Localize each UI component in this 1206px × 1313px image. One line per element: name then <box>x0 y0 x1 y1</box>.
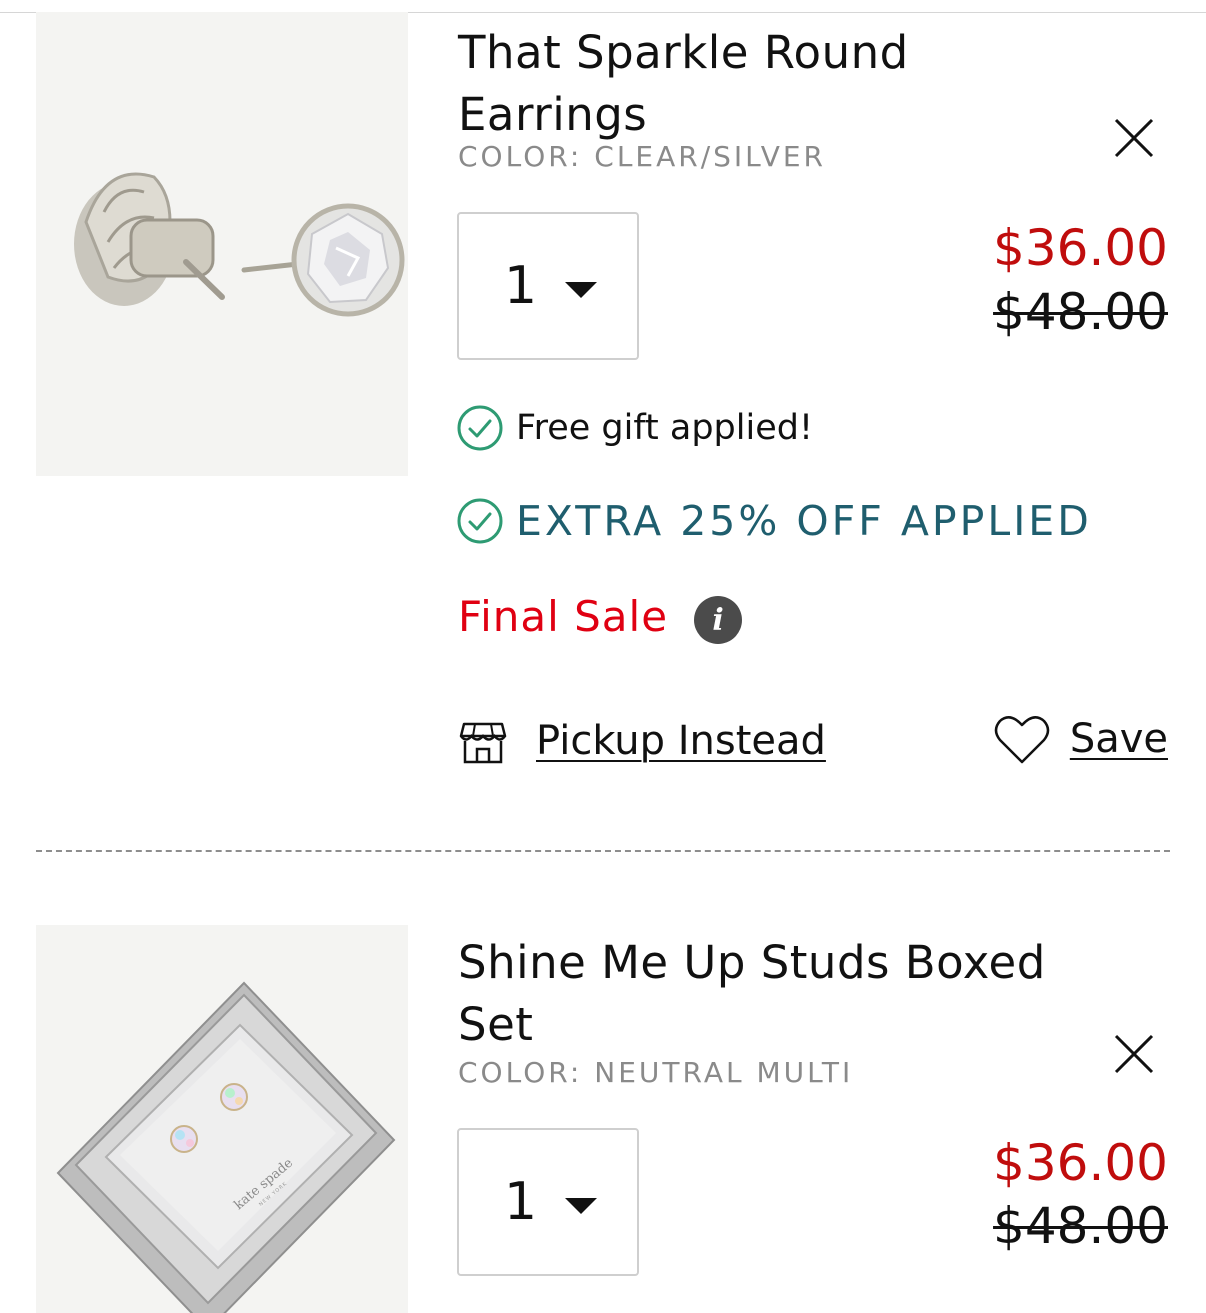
pickup-instead-label: Pickup Instead <box>536 718 826 764</box>
product-title[interactable]: That Sparkle Round Earrings <box>458 22 1058 146</box>
original-price: $48.00 <box>993 283 1168 341</box>
quantity-value: 1 <box>504 256 538 316</box>
heart-icon <box>994 716 1050 764</box>
free-gift-message: Free gift applied! <box>456 404 813 452</box>
stud-shape <box>220 1083 248 1111</box>
item-divider <box>36 850 1170 852</box>
final-sale-label: Final Sale <box>458 591 669 641</box>
free-gift-text: Free gift applied! <box>516 408 814 448</box>
color-label: COLOR: <box>458 140 583 173</box>
info-icon[interactable]: i <box>694 596 743 644</box>
remove-item-button[interactable] <box>1108 112 1160 164</box>
earrings-image <box>36 12 408 476</box>
cart-item: That Sparkle Round Earrings COLOR: CLEAR/… <box>0 0 1206 850</box>
check-circle-icon <box>457 498 503 544</box>
close-icon <box>1114 118 1154 158</box>
close-icon <box>1114 1034 1154 1074</box>
store-icon <box>459 722 507 764</box>
boxed-studs-image: kate spade NEW YORK <box>36 925 408 1313</box>
sale-price: $36.00 <box>993 219 1168 277</box>
check-circle-icon <box>457 405 503 451</box>
color-label: COLOR: <box>458 1056 583 1089</box>
caret-down-icon <box>565 1198 597 1214</box>
quantity-value: 1 <box>504 1172 538 1232</box>
save-for-later-link[interactable]: Save <box>994 712 1168 766</box>
product-image[interactable]: kate spade NEW YORK <box>36 925 408 1313</box>
color-value: CLEAR/SILVER <box>594 140 827 173</box>
cart-item: kate spade NEW YORK Shine Me Up Studs Bo… <box>0 925 1206 1313</box>
product-title[interactable]: Shine Me Up Studs Boxed Set <box>458 932 1058 1056</box>
product-image[interactable] <box>36 12 408 476</box>
product-color: COLOR: CLEAR/SILVER <box>458 140 826 173</box>
pickup-instead-link[interactable]: Pickup Instead <box>458 716 826 766</box>
extra-discount-text: EXTRA 25% OFF APPLIED <box>516 497 1092 545</box>
color-value: NEUTRAL MULTI <box>594 1056 854 1089</box>
original-price: $48.00 <box>993 1197 1168 1255</box>
sale-price: $36.00 <box>993 1134 1168 1192</box>
quantity-select[interactable]: 1 <box>457 1128 639 1276</box>
quantity-select[interactable]: 1 <box>457 212 639 360</box>
caret-down-icon <box>565 282 597 298</box>
product-color: COLOR: NEUTRAL MULTI <box>458 1056 853 1089</box>
save-label: Save <box>1069 716 1168 762</box>
remove-item-button[interactable] <box>1108 1028 1160 1080</box>
stud-shape <box>170 1125 198 1153</box>
final-sale-notice: Final Sale i <box>458 588 743 644</box>
extra-discount-message: EXTRA 25% OFF APPLIED <box>456 497 1092 545</box>
